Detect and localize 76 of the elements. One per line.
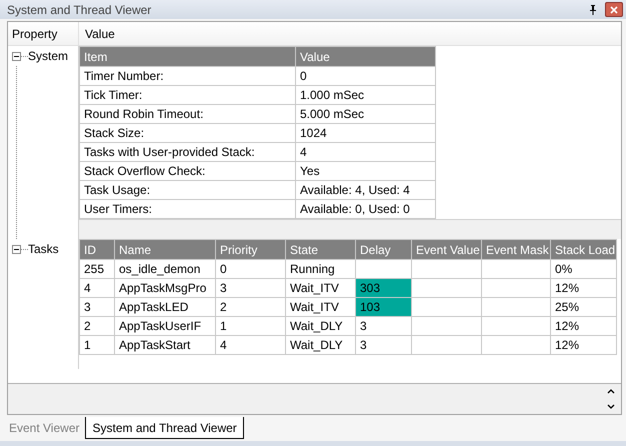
table-header: Stack Load — [550, 240, 616, 260]
table-cell: 103 — [356, 298, 412, 316]
table-cell: Round Robin Timeout: — [80, 104, 296, 124]
table-cell: 1.000 mSec — [296, 86, 436, 104]
table-cell — [412, 278, 482, 298]
table-header: State — [286, 240, 356, 260]
column-header[interactable]: Value — [79, 22, 115, 45]
table-cell: 1 — [80, 336, 114, 354]
table-cell: Wait_DLY — [286, 336, 356, 354]
table-header: Item — [80, 46, 296, 66]
table-cell: Stack Overflow Check: — [80, 162, 296, 180]
table-cell: 1 — [216, 316, 286, 336]
table-cell: 4 — [296, 142, 436, 162]
table-header: Event Value — [412, 240, 482, 260]
table-cell: Task Usage: — [80, 180, 296, 200]
scroll-arrows-icon[interactable] — [607, 388, 615, 410]
tree-node-label[interactable]: System — [28, 49, 68, 63]
table-cell — [482, 260, 550, 278]
table-cell: 3 — [80, 298, 114, 316]
table-cell: Wait_DLY — [286, 316, 356, 336]
table-header: Name — [114, 240, 216, 260]
table-cell: Tick Timer: — [80, 86, 296, 104]
table-cell: 12% — [550, 316, 616, 336]
tab[interactable]: Event Viewer — [3, 417, 86, 439]
table-cell: 25% — [550, 298, 616, 316]
table-cell: Yes — [296, 162, 436, 180]
collapse-toggle[interactable] — [12, 244, 21, 254]
table-cell: 12% — [550, 336, 616, 354]
table-cell: Stack Size: — [80, 124, 296, 142]
table-cell — [482, 278, 550, 298]
table-cell: 303 — [356, 278, 412, 298]
table-cell: AppTaskUserIF — [114, 316, 216, 336]
table-cell: 3 — [356, 336, 412, 354]
table-cell: Tasks with User-provided Stack: — [80, 142, 296, 162]
table-header: Priority — [216, 240, 286, 260]
column-header[interactable]: Property — [8, 22, 79, 45]
table-cell: Wait_ITV — [286, 298, 356, 316]
table-header: Event Mask — [482, 240, 550, 260]
table-cell: Wait_ITV — [286, 278, 356, 298]
pin-icon[interactable] — [589, 4, 597, 14]
table-header: Delay — [356, 240, 412, 260]
table-cell — [412, 316, 482, 336]
table-cell — [412, 336, 482, 354]
table-cell: 1024 — [296, 124, 436, 142]
table-header: ID — [80, 240, 114, 260]
table-cell: 0 — [216, 260, 286, 278]
table-cell: 0% — [550, 260, 616, 278]
table-cell: 3 — [216, 278, 286, 298]
table-cell — [482, 336, 550, 354]
table-cell: 2 — [80, 316, 114, 336]
table-cell: 5.000 mSec — [296, 104, 436, 124]
table-cell: Timer Number: — [80, 66, 296, 86]
table-cell: os_idle_demon — [114, 260, 216, 278]
table-cell — [482, 298, 550, 316]
table-cell — [412, 298, 482, 316]
collapse-toggle[interactable] — [12, 52, 21, 60]
table-cell: AppTaskStart — [114, 336, 216, 354]
table-cell: 2 — [216, 298, 286, 316]
table-cell: 4 — [80, 278, 114, 298]
table-cell: Available: 4, Used: 4 — [296, 180, 436, 200]
table-cell: 255 — [80, 260, 114, 278]
table-header: Value — [296, 46, 436, 66]
table-cell: 3 — [356, 316, 412, 336]
tree-node-label[interactable]: Tasks — [28, 242, 59, 256]
table-cell: Running — [286, 260, 356, 278]
window-title: System and Thread Viewer — [7, 2, 152, 16]
table-cell: AppTaskLED — [114, 298, 216, 316]
tab[interactable]: System and Thread Viewer — [85, 417, 244, 439]
table-cell — [412, 260, 482, 278]
table-cell: AppTaskMsgPro — [114, 278, 216, 298]
close-icon — [610, 6, 618, 14]
close-button[interactable] — [605, 2, 623, 17]
table-cell: 0 — [296, 66, 436, 86]
table-cell — [482, 316, 550, 336]
table-cell: 4 — [216, 336, 286, 354]
table-cell: 12% — [550, 278, 616, 298]
